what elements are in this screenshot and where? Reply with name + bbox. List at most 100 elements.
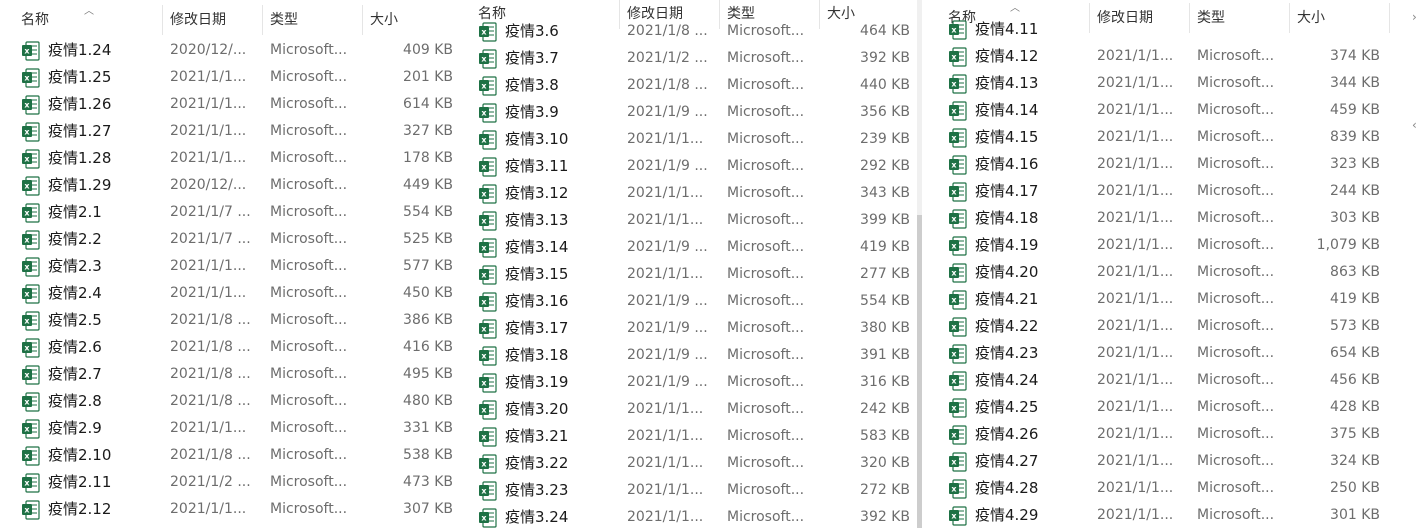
svg-text:x: x xyxy=(951,404,957,413)
excel-file-icon: x xyxy=(22,392,40,412)
file-modified-date: 2021/1/7 ... xyxy=(170,204,251,220)
file-row[interactable]: x 疫情3.10 2021/1/1... Microsoft... 239 KB xyxy=(462,126,924,153)
file-row[interactable]: x 疫情3.17 2021/1/9 ... Microsoft... 380 KB xyxy=(462,315,924,342)
file-row[interactable]: x 疫情3.12 2021/1/1... Microsoft... 343 KB xyxy=(462,180,924,207)
file-row[interactable]: x 疫情4.24 2021/1/1... Microsoft... 456 KB xyxy=(928,367,1420,394)
file-row[interactable]: x 疫情4.11 xyxy=(928,16,1420,43)
file-row[interactable]: x 疫情4.26 2021/1/1... Microsoft... 375 KB xyxy=(928,421,1420,448)
file-row[interactable]: x 疫情4.16 2021/1/1... Microsoft... 323 KB xyxy=(928,151,1420,178)
file-type: Microsoft... xyxy=(727,23,805,39)
file-row[interactable]: x 疫情3.7 2021/1/2 ... Microsoft... 392 KB xyxy=(462,45,924,72)
file-row[interactable]: x 疫情1.24 2020/12/... Microsoft... 409 KB xyxy=(0,37,462,64)
file-row[interactable]: x 疫情4.25 2021/1/1... Microsoft... 428 KB xyxy=(928,394,1420,421)
file-row[interactable]: x 疫情4.12 2021/1/1... Microsoft... 374 KB xyxy=(928,43,1420,70)
file-modified-date: 2021/1/9 ... xyxy=(627,293,708,309)
file-row[interactable]: x 疫情2.5 2021/1/8 ... Microsoft... 386 KB xyxy=(0,307,462,334)
file-row[interactable]: x 疫情4.21 2021/1/1... Microsoft... 419 KB xyxy=(928,286,1420,313)
scrollbar-thumb[interactable] xyxy=(917,215,922,528)
file-modified-date: 2021/1/1... xyxy=(170,420,247,436)
file-type: Microsoft... xyxy=(270,447,348,463)
file-row[interactable]: x 疫情3.24 2021/1/1... Microsoft... 392 KB xyxy=(462,504,924,528)
file-name: 疫情3.11 xyxy=(505,157,569,175)
file-row[interactable]: x 疫情2.8 2021/1/8 ... Microsoft... 480 KB xyxy=(0,388,462,415)
file-row[interactable]: x 疫情2.2 2021/1/7 ... Microsoft... 525 KB xyxy=(0,226,462,253)
file-size: 327 KB xyxy=(403,123,453,139)
svg-text:x: x xyxy=(481,217,487,226)
file-row[interactable]: x 疫情2.9 2021/1/1... Microsoft... 331 KB xyxy=(0,415,462,442)
file-row[interactable]: x 疫情4.13 2021/1/1... Microsoft... 344 KB xyxy=(928,70,1420,97)
excel-file-icon: x xyxy=(22,41,40,61)
file-size: 419 KB xyxy=(1330,291,1380,307)
excel-file-icon: x xyxy=(949,317,967,337)
file-row[interactable]: x 疫情1.27 2021/1/1... Microsoft... 327 KB xyxy=(0,118,462,145)
column-size-header[interactable]: 大小 xyxy=(370,5,398,35)
file-row[interactable]: x 疫情2.7 2021/1/8 ... Microsoft... 495 KB xyxy=(0,361,462,388)
file-row[interactable]: x 疫情4.27 2021/1/1... Microsoft... 324 KB xyxy=(928,448,1420,475)
svg-text:x: x xyxy=(24,74,30,83)
file-row[interactable]: x 疫情4.15 2021/1/1... Microsoft... 839 KB xyxy=(928,124,1420,151)
file-type: Microsoft... xyxy=(1197,237,1275,253)
file-size: 386 KB xyxy=(403,312,453,328)
column-type-header[interactable]: 类型 xyxy=(270,5,298,35)
file-row[interactable]: x 疫情2.10 2021/1/8 ... Microsoft... 538 KB xyxy=(0,442,462,469)
file-name: 疫情2.9 xyxy=(48,419,102,437)
file-row[interactable]: x 疫情3.20 2021/1/1... Microsoft... 242 KB xyxy=(462,396,924,423)
file-name: 疫情3.21 xyxy=(505,427,569,445)
file-size: 250 KB xyxy=(1330,480,1380,496)
file-row[interactable]: x 疫情2.4 2021/1/1... Microsoft... 450 KB xyxy=(0,280,462,307)
file-row[interactable]: x 疫情4.23 2021/1/1... Microsoft... 654 KB xyxy=(928,340,1420,367)
file-modified-date: 2021/1/1... xyxy=(1097,453,1174,469)
file-row[interactable]: x 疫情3.21 2021/1/1... Microsoft... 583 KB xyxy=(462,423,924,450)
file-row[interactable]: x 疫情1.26 2021/1/1... Microsoft... 614 KB xyxy=(0,91,462,118)
file-row[interactable]: x 疫情3.9 2021/1/9 ... Microsoft... 356 KB xyxy=(462,99,924,126)
file-row[interactable]: x 疫情2.6 2021/1/8 ... Microsoft... 416 KB xyxy=(0,334,462,361)
file-row[interactable]: x 疫情3.23 2021/1/1... Microsoft... 272 KB xyxy=(462,477,924,504)
file-size: 343 KB xyxy=(860,185,910,201)
file-row[interactable]: x 疫情3.18 2021/1/9 ... Microsoft... 391 KB xyxy=(462,342,924,369)
file-row[interactable]: x 疫情3.8 2021/1/8 ... Microsoft... 440 KB xyxy=(462,72,924,99)
file-row[interactable]: x 疫情4.17 2021/1/1... Microsoft... 244 KB xyxy=(928,178,1420,205)
file-size: 440 KB xyxy=(860,77,910,93)
file-row[interactable]: x 疫情2.11 2021/1/2 ... Microsoft... 473 KB xyxy=(0,469,462,496)
file-row[interactable]: x 疫情3.16 2021/1/9 ... Microsoft... 554 KB xyxy=(462,288,924,315)
file-row[interactable]: x 疫情4.20 2021/1/1... Microsoft... 863 KB xyxy=(928,259,1420,286)
column-date-header[interactable]: 修改日期 xyxy=(170,5,226,35)
file-size: 375 KB xyxy=(1330,426,1380,442)
file-row[interactable]: x 疫情4.22 2021/1/1... Microsoft... 573 KB xyxy=(928,313,1420,340)
file-row[interactable]: x 疫情4.28 2021/1/1... Microsoft... 250 KB xyxy=(928,475,1420,502)
file-type: Microsoft... xyxy=(727,185,805,201)
file-size: 583 KB xyxy=(860,428,910,444)
column-name-header[interactable]: 名称 xyxy=(21,5,49,35)
file-row[interactable]: x 疫情4.18 2021/1/1... Microsoft... 303 KB xyxy=(928,205,1420,232)
file-row[interactable]: x 疫情3.22 2021/1/1... Microsoft... 320 KB xyxy=(462,450,924,477)
file-row[interactable]: x 疫情3.13 2021/1/1... Microsoft... 399 KB xyxy=(462,207,924,234)
file-size: 301 KB xyxy=(1330,507,1380,523)
file-row[interactable]: x 疫情4.29 2021/1/1... Microsoft... 301 KB xyxy=(928,502,1420,528)
file-row[interactable]: x 疫情4.19 2021/1/1... Microsoft... 1,079 KB xyxy=(928,232,1420,259)
excel-file-icon: x xyxy=(22,473,40,493)
file-modified-date: 2021/1/1... xyxy=(1097,426,1174,442)
file-row[interactable]: x 疫情1.28 2021/1/1... Microsoft... 178 KB xyxy=(0,145,462,172)
file-row[interactable]: x 疫情2.3 2021/1/1... Microsoft... 577 KB xyxy=(0,253,462,280)
svg-text:x: x xyxy=(24,371,30,380)
file-row[interactable]: x 疫情2.12 2021/1/1... Microsoft... 307 KB xyxy=(0,496,462,523)
file-row[interactable]: x 疫情1.25 2021/1/1... Microsoft... 201 KB xyxy=(0,64,462,91)
file-row[interactable]: x 疫情4.14 2021/1/1... Microsoft... 459 KB xyxy=(928,97,1420,124)
svg-text:x: x xyxy=(951,296,957,305)
excel-file-icon: x xyxy=(22,446,40,466)
file-name: 疫情4.19 xyxy=(975,236,1039,254)
file-modified-date: 2021/1/8 ... xyxy=(170,447,251,463)
file-row[interactable]: x 疫情3.19 2021/1/9 ... Microsoft... 316 KB xyxy=(462,369,924,396)
file-modified-date: 2021/1/2 ... xyxy=(170,474,251,490)
file-size: 614 KB xyxy=(403,96,453,112)
file-name: 疫情2.10 xyxy=(48,446,112,464)
svg-text:x: x xyxy=(24,128,30,137)
file-row[interactable]: x 疫情2.1 2021/1/7 ... Microsoft... 554 KB xyxy=(0,199,462,226)
file-modified-date: 2021/1/7 ... xyxy=(170,231,251,247)
file-row[interactable]: x 疫情3.6 2021/1/8 ... Microsoft... 464 KB xyxy=(462,18,924,45)
file-row[interactable]: x 疫情1.29 2020/12/... Microsoft... 449 KB xyxy=(0,172,462,199)
file-row[interactable]: x 疫情3.15 2021/1/1... Microsoft... 277 KB xyxy=(462,261,924,288)
vertical-scrollbar[interactable] xyxy=(917,0,922,528)
file-row[interactable]: x 疫情3.11 2021/1/9 ... Microsoft... 292 KB xyxy=(462,153,924,180)
file-row[interactable]: x 疫情3.14 2021/1/9 ... Microsoft... 419 KB xyxy=(462,234,924,261)
